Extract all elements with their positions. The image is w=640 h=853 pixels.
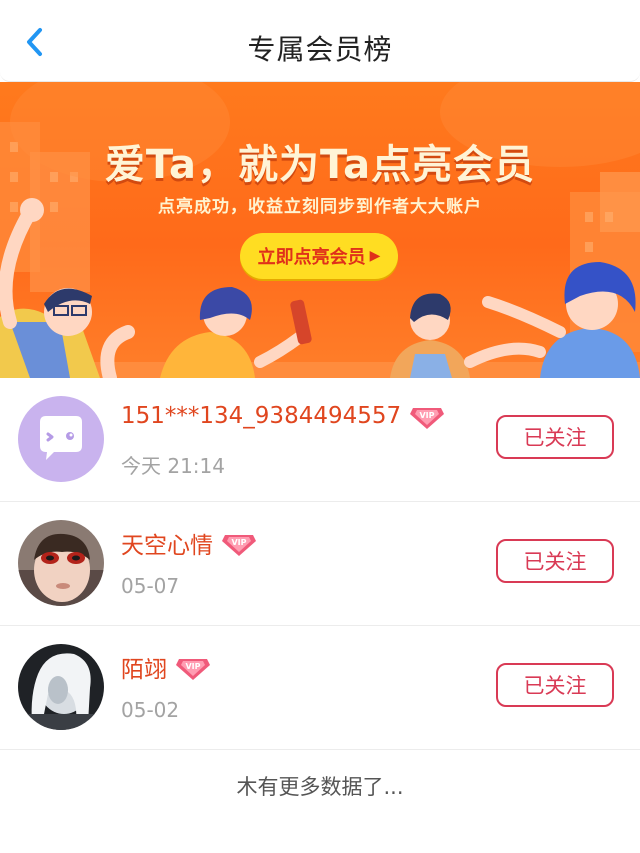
child-photo-avatar-icon	[18, 520, 104, 606]
member-name-row: 陌翊 VIP	[121, 650, 211, 684]
banner-headline: 爱Ta，就为Ta点亮会员	[104, 142, 536, 188]
avatar[interactable]	[18, 520, 104, 606]
page-title: 专属会员榜	[247, 33, 393, 66]
vip-badge-text: VIP	[185, 662, 200, 671]
banner-illustration	[0, 82, 640, 378]
member-name-row: 天空心情 VIP	[121, 526, 257, 560]
avatar[interactable]	[18, 644, 104, 730]
member-time: 05-02	[121, 698, 180, 722]
vip-badge-icon: VIP	[176, 659, 210, 680]
vip-badge-icon: VIP	[222, 535, 256, 556]
vip-badge-text: VIP	[420, 411, 435, 420]
character-photo-avatar-icon	[18, 644, 104, 730]
member-name: 天空心情	[121, 533, 213, 559]
play-arrow-icon: ▶	[369, 248, 381, 264]
promo-banner[interactable]: 爱Ta，就为Ta点亮会员 点亮成功，收益立刻同步到作者大大账户 立即点亮会员 ▶	[0, 82, 640, 378]
vip-badge-icon: VIP	[410, 408, 445, 429]
member-list: 151***134_9384494557 VIP 今天 21:14 已关注 天空…	[0, 378, 640, 750]
followed-button[interactable]: 已关注	[496, 663, 614, 707]
vip-badge-text: VIP	[231, 538, 246, 547]
member-name: 151***134_9384494557	[121, 403, 402, 429]
no-more-data-text: 木有更多数据了...	[236, 775, 404, 799]
default-chat-avatar-icon	[18, 396, 104, 482]
list-item[interactable]: 151***134_9384494557 VIP 今天 21:14 已关注	[0, 378, 640, 502]
member-time: 今天 21:14	[121, 454, 225, 478]
avatar[interactable]	[18, 396, 104, 482]
list-item[interactable]: 天空心情 VIP 05-07 已关注	[0, 502, 640, 626]
member-time: 05-07	[121, 574, 180, 598]
member-name-row: 151***134_9384494557 VIP	[121, 402, 445, 430]
member-name: 陌翊	[121, 657, 167, 683]
light-up-member-button[interactable]: 立即点亮会员 ▶	[240, 233, 398, 279]
cta-label: 立即点亮会员	[257, 247, 366, 268]
followed-button[interactable]: 已关注	[496, 539, 614, 583]
list-item[interactable]: 陌翊 VIP 05-02 已关注	[0, 626, 640, 750]
banner-subtitle: 点亮成功，收益立刻同步到作者大大账户	[158, 197, 482, 217]
followed-button[interactable]: 已关注	[496, 415, 614, 459]
top-bar: 专属会员榜	[0, 0, 640, 82]
